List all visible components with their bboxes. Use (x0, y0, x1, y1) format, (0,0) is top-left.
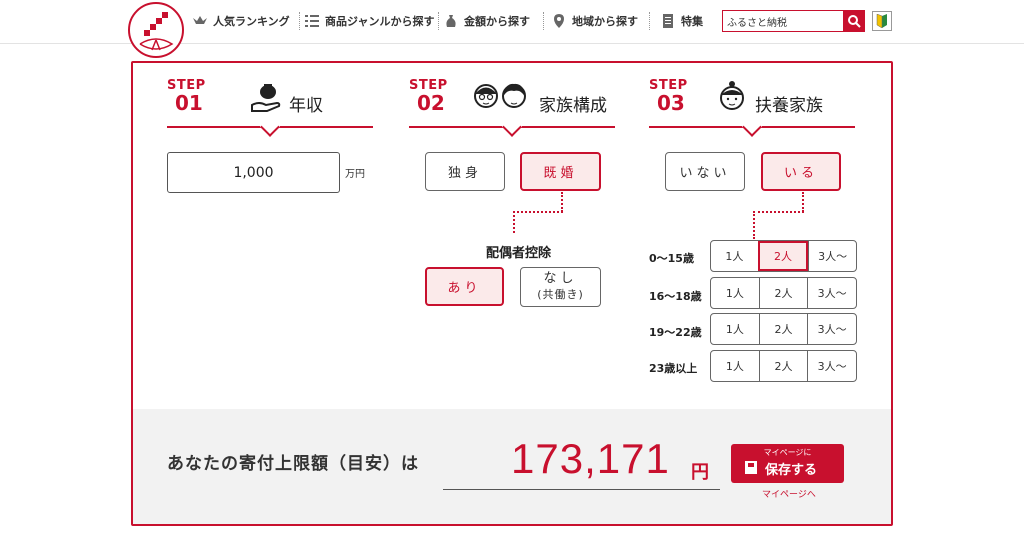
couple-icon (474, 83, 526, 108)
dep-option[interactable]: 2人 (758, 351, 808, 381)
dep-option[interactable]: 3人〜 (807, 351, 856, 381)
dependents-row-label: 19〜22歳 (649, 326, 702, 339)
dependents-row-label: 23歳以上 (649, 362, 698, 375)
nav-amount-label: 金額から探す (464, 15, 530, 28)
save-main-label: 保存する (765, 463, 818, 478)
site-header: 人気ランキング 商品ジャンルから探す 金額から探す 地域から探す 特集 (0, 0, 1024, 58)
step3-number: 03 (657, 91, 685, 115)
step3-title: 扶養家族 (755, 96, 823, 116)
save-sub-label: マイページに (763, 448, 812, 457)
spouse-no-line1: なし (543, 271, 578, 286)
child-icon (720, 81, 744, 110)
connector-line (753, 211, 804, 213)
spouse-no-line2: (共働き) (537, 288, 584, 301)
dependents-23plus-selector: 1人 2人 3人〜 (710, 350, 857, 382)
connector-line (561, 192, 563, 212)
dependents-row-label: 16〜18歳 (649, 290, 702, 303)
nav-genre[interactable]: 商品ジャンルから探す (304, 12, 434, 30)
dep-option[interactable]: 1人 (711, 351, 759, 381)
save-icon (745, 461, 757, 474)
dep-option[interactable]: 2人 (758, 278, 808, 308)
has-dependents-button[interactable]: いる (761, 152, 841, 191)
nav-genre-label: 商品ジャンルから探す (325, 15, 435, 28)
search-button[interactable] (843, 11, 864, 31)
dependents-0-15-selector: 1人 2人 3人〜 (710, 240, 857, 272)
nav-amount[interactable]: 金額から探す (443, 12, 530, 30)
amount-unit: 円 (691, 462, 709, 483)
search-input[interactable] (723, 11, 843, 31)
connector-line (513, 211, 563, 213)
dependents-16-18-selector: 1人 2人 3人〜 (710, 277, 857, 309)
dep-option[interactable]: 1人 (711, 278, 759, 308)
income-input[interactable]: 1,000 (167, 152, 340, 193)
nav-divider (299, 12, 300, 30)
step2-title: 家族構成 (539, 96, 607, 116)
mypage-link[interactable]: マイページへ (762, 487, 816, 500)
step2-number: 02 (417, 91, 445, 115)
nav-region-label: 地域から探す (572, 15, 638, 28)
dependents-19-22-selector: 1人 2人 3人〜 (710, 313, 857, 345)
result-label: あなたの寄付上限額（目安）は (167, 454, 419, 474)
dep-option[interactable]: 1人 (711, 241, 758, 271)
beginner-mark-button[interactable] (872, 11, 892, 31)
dep-option[interactable]: 1人 (711, 314, 759, 344)
spouse-deduction-no-button[interactable]: なし (共働き) (520, 267, 601, 307)
wallet-hand-icon (251, 84, 281, 112)
dep-option[interactable]: 2人 (758, 314, 808, 344)
dep-option[interactable]: 3人〜 (807, 278, 856, 308)
dependents-row-label: 0〜15歳 (649, 252, 694, 265)
result-area: あなたの寄付上限額（目安）は 173,171 円 マイページに 保存する マイペ… (133, 409, 891, 524)
nav-divider (438, 12, 439, 30)
list-icon (305, 15, 319, 27)
document-icon (663, 14, 673, 28)
save-to-mypage-button[interactable]: マイページに 保存する (731, 444, 844, 483)
money-bag-icon (446, 15, 456, 27)
donation-limit-amount: 173,171 (511, 435, 670, 482)
step1-number: 01 (175, 91, 203, 115)
dep-option[interactable]: 2人 (757, 241, 809, 271)
map-pin-icon (554, 14, 564, 28)
spouse-deduction-label: 配偶者控除 (486, 246, 552, 261)
connector-line (802, 192, 804, 212)
dep-option[interactable]: 3人〜 (807, 314, 856, 344)
crown-icon (193, 16, 207, 24)
amount-underline (443, 489, 720, 490)
married-button[interactable]: 既婚 (520, 152, 601, 191)
beginner-mark-icon (876, 14, 887, 28)
connector-line (513, 211, 515, 233)
dep-option[interactable]: 3人〜 (808, 241, 856, 271)
nav-feature[interactable]: 特集 (660, 12, 703, 30)
nav-divider (649, 12, 650, 30)
connector-line (753, 211, 755, 239)
no-dependents-button[interactable]: いない (665, 152, 745, 191)
step1-title: 年収 (289, 96, 323, 116)
search-bar (722, 10, 865, 32)
nav-ranking-label: 人気ランキング (213, 15, 290, 28)
income-unit: 万円 (345, 169, 365, 180)
spouse-deduction-yes-button[interactable]: あり (425, 267, 504, 306)
search-icon (847, 15, 861, 28)
nav-feature-label: 特集 (681, 15, 703, 28)
simulator-panel: STEP 01 年収 1,000 万円 STEP 02 家族構成 独身 既婚 配… (131, 61, 893, 526)
nav-region[interactable]: 地域から探す (551, 12, 638, 30)
site-logo[interactable] (128, 2, 184, 58)
single-button[interactable]: 独身 (425, 152, 505, 191)
nav-divider (543, 12, 544, 30)
nav-ranking[interactable]: 人気ランキング (192, 12, 290, 30)
